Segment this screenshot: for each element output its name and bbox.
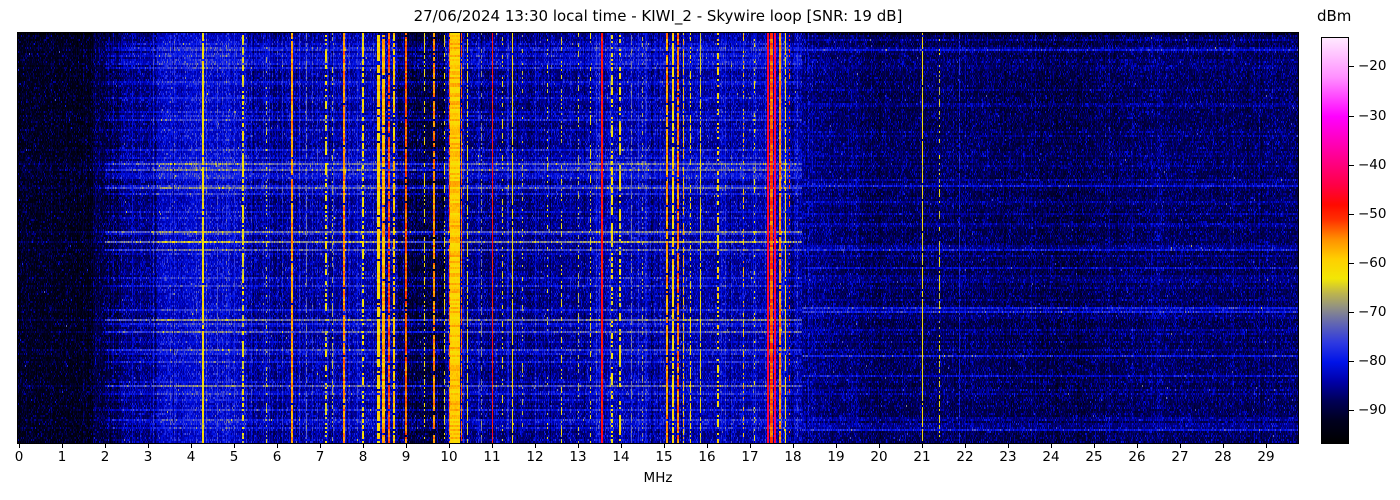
x-tick-label: 20 [870, 449, 888, 465]
colorbar-tick-label: −50 [1358, 205, 1387, 222]
x-tick-mark [836, 444, 837, 448]
spectrogram-figure: 27/06/2024 13:30 local time - KIWI_2 - S… [0, 0, 1400, 500]
x-tick-label: 7 [315, 449, 325, 465]
x-tick-mark [707, 444, 708, 448]
x-tick-label: 21 [913, 449, 931, 465]
colorbar-unit-label: dBm [1317, 7, 1352, 25]
x-tick-label: 3 [143, 449, 153, 465]
colorbar-tick-mark [1349, 115, 1354, 117]
x-tick-mark [1137, 444, 1138, 448]
x-tick-label: 1 [57, 449, 67, 465]
x-tick-mark [234, 444, 235, 448]
x-tick-label: 12 [526, 449, 544, 465]
x-tick-label: 11 [483, 449, 501, 465]
x-tick-label: 24 [1042, 449, 1060, 465]
x-tick-mark [406, 444, 407, 448]
x-tick-label: 17 [741, 449, 759, 465]
colorbar-tick-label: −40 [1358, 156, 1387, 173]
colorbar-tick-mark [1349, 66, 1354, 68]
x-tick-label: 29 [1257, 449, 1275, 465]
x-tick-label: 2 [100, 449, 110, 465]
x-tick-label: 10 [440, 449, 458, 465]
colorbar-tick-mark [1349, 164, 1354, 166]
colorbar-tick-label: −70 [1358, 303, 1387, 320]
plot-title: 27/06/2024 13:30 local time - KIWI_2 - S… [413, 7, 903, 25]
x-tick-mark [578, 444, 579, 448]
x-tick-label: 5 [229, 449, 239, 465]
x-tick-mark [277, 444, 278, 448]
x-tick-mark [879, 444, 880, 448]
x-tick-label: 19 [827, 449, 845, 465]
x-tick-mark [62, 444, 63, 448]
x-tick-mark [1266, 444, 1267, 448]
x-tick-mark [363, 444, 364, 448]
x-tick-label: 4 [186, 449, 196, 465]
x-tick-mark [664, 444, 665, 448]
x-tick-mark [19, 444, 20, 448]
x-axis-unit-label: MHz [643, 470, 673, 486]
x-tick-mark [535, 444, 536, 448]
x-tick-label: 9 [401, 449, 411, 465]
x-tick-mark [1008, 444, 1009, 448]
x-tick-label: 28 [1214, 449, 1232, 465]
x-tick-mark [1223, 444, 1224, 448]
colorbar-tick-label: −80 [1358, 353, 1387, 369]
x-tick-mark [105, 444, 106, 448]
x-tick-mark [1051, 444, 1052, 448]
colorbar-tick-label: −90 [1358, 402, 1387, 419]
x-tick-label: 26 [1128, 449, 1146, 465]
x-tick-label: 6 [272, 449, 282, 465]
x-tick-label: 15 [655, 449, 673, 465]
colorbar-tick-label: −20 [1358, 58, 1387, 75]
waterfall-canvas [17, 32, 1299, 444]
colorbar-tick-mark [1349, 262, 1354, 264]
x-tick-label: 0 [14, 449, 24, 465]
x-tick-label: 23 [999, 449, 1017, 465]
x-tick-mark [492, 444, 493, 448]
x-tick-label: 25 [1085, 449, 1103, 465]
colorbar-tick-mark [1349, 311, 1354, 313]
colorbar [1321, 37, 1349, 444]
x-tick-mark [750, 444, 751, 448]
x-tick-label: 16 [698, 449, 716, 465]
x-tick-mark [1180, 444, 1181, 448]
colorbar-tick-mark [1349, 410, 1354, 412]
x-tick-mark [793, 444, 794, 448]
x-tick-mark [922, 444, 923, 448]
x-tick-mark [1094, 444, 1095, 448]
colorbar-tick-mark [1349, 361, 1354, 362]
x-tick-mark [449, 444, 450, 448]
x-tick-mark [320, 444, 321, 448]
x-tick-label: 22 [956, 449, 974, 465]
x-tick-label: 18 [784, 449, 802, 465]
x-tick-mark [965, 444, 966, 448]
colorbar-tick-label: −30 [1358, 107, 1387, 124]
x-tick-label: 14 [612, 449, 630, 465]
colorbar-tick-label: −60 [1358, 254, 1387, 271]
x-tick-mark [191, 444, 192, 448]
x-tick-mark [621, 444, 622, 448]
x-tick-label: 8 [358, 449, 368, 465]
colorbar-tick-mark [1349, 213, 1354, 215]
x-tick-label: 27 [1171, 449, 1189, 465]
x-tick-label: 13 [569, 449, 587, 465]
x-tick-mark [148, 444, 149, 448]
